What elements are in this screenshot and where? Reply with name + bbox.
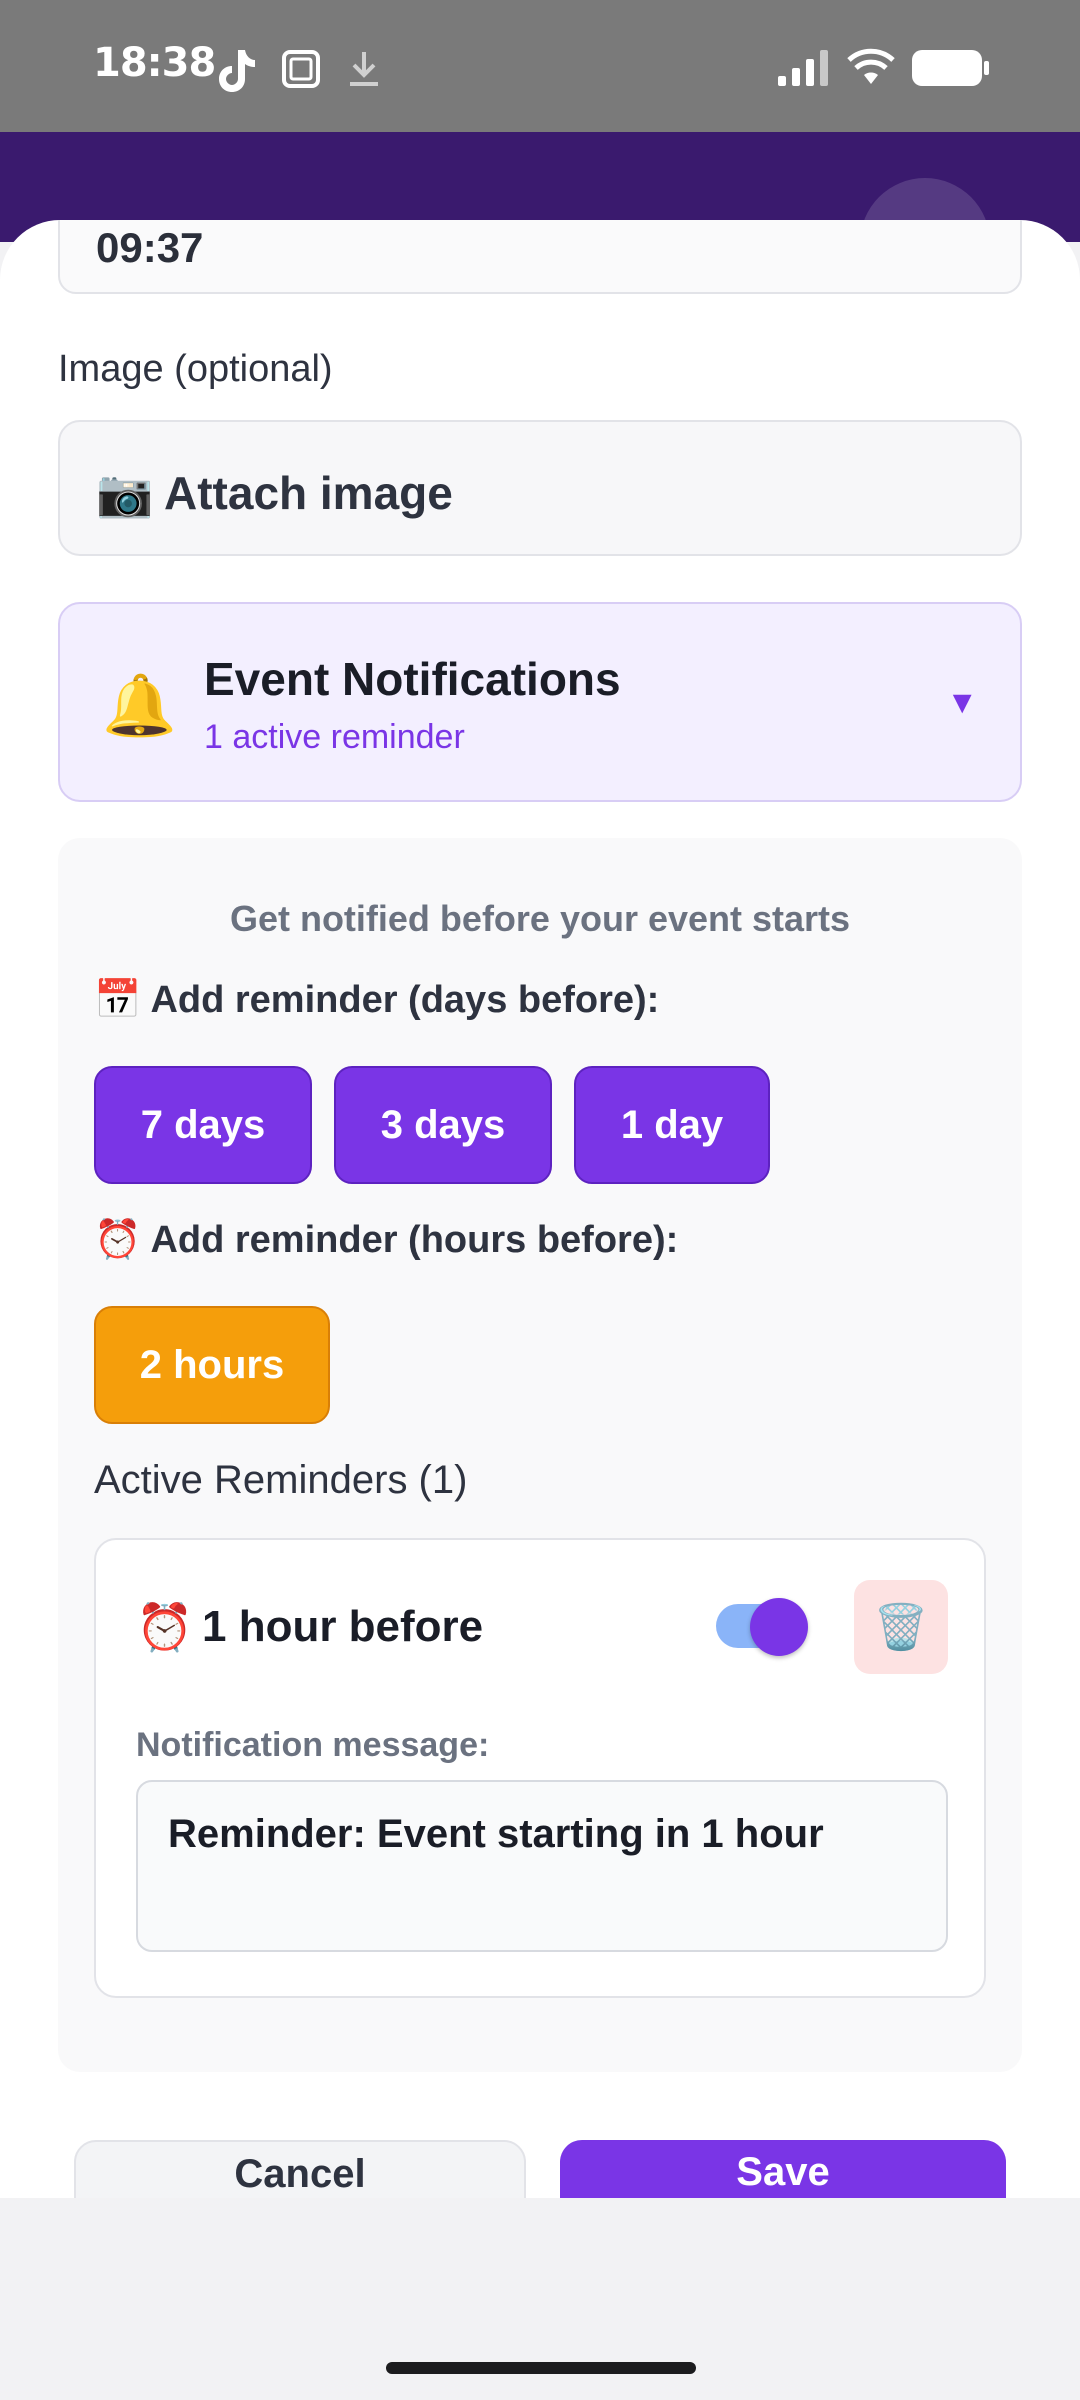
- status-time: 18:38: [93, 40, 216, 86]
- reminder-title: 1 hour before: [202, 1602, 484, 1651]
- event-form-sheet: 09:37 Image (optional) 📷 Attach image 🔔 …: [0, 220, 1080, 2200]
- time-value: 09:37: [96, 224, 204, 271]
- navigation-bar: [0, 2198, 1080, 2400]
- days-before-label: 📅 Add reminder (days before):: [94, 979, 660, 1021]
- reminder-card: ⏰ 1 hour before 🗑️ Notification message:…: [94, 1538, 986, 1998]
- event-notifications-toggle[interactable]: 🔔 Event Notifications 1 active reminder …: [58, 602, 1022, 802]
- message-label: Notification message:: [136, 1726, 490, 1764]
- notifications-panel: Get notified before your event starts 📅 …: [58, 838, 1022, 2072]
- active-reminders-title: Active Reminders (1): [94, 1458, 468, 1502]
- alarm-clock-icon: ⏰: [136, 1601, 194, 1653]
- add-7-days-button[interactable]: 7 days: [94, 1066, 312, 1184]
- attach-image-button[interactable]: 📷 Attach image: [58, 420, 1022, 556]
- trash-icon: 🗑️: [873, 1603, 929, 1652]
- cancel-button[interactable]: Cancel: [74, 2140, 526, 2200]
- battery-icon: [912, 50, 989, 86]
- bell-icon: 🔔: [102, 672, 177, 739]
- notification-message-input[interactable]: Reminder: Event starting in 1 hour: [136, 1780, 948, 1952]
- notifications-hint: Get notified before your event starts: [229, 898, 851, 939]
- wifi-icon: [847, 48, 895, 84]
- reminder-enabled-toggle[interactable]: [716, 1598, 808, 1656]
- time-field[interactable]: 09:37: [58, 220, 1022, 294]
- image-label: Image (optional): [58, 348, 333, 390]
- save-button[interactable]: Save: [560, 2140, 1006, 2200]
- cancel-label: Cancel: [234, 2152, 366, 2196]
- status-bar: 18:38: [0, 0, 1080, 132]
- hours-before-label: ⏰ Add reminder (hours before):: [94, 1219, 679, 1261]
- signal-icon: [778, 50, 828, 86]
- notification-message-value: Reminder: Event starting in 1 hour: [168, 1812, 824, 1856]
- home-indicator[interactable]: [386, 2362, 696, 2374]
- screenshot-icon: [282, 50, 320, 88]
- add-1-day-button[interactable]: 1 day: [574, 1066, 770, 1184]
- save-label: Save: [736, 2150, 830, 2194]
- chevron-down-icon: ▼: [946, 684, 978, 720]
- attach-image-label: Attach image: [164, 467, 453, 519]
- camera-icon: 📷: [96, 467, 154, 519]
- tiktok-icon: [219, 50, 255, 92]
- add-3-days-button[interactable]: 3 days: [334, 1066, 552, 1184]
- notifications-subtitle: 1 active reminder: [204, 718, 465, 756]
- add-2-hours-button[interactable]: 2 hours: [94, 1306, 330, 1424]
- delete-reminder-button[interactable]: 🗑️: [854, 1580, 948, 1674]
- notifications-title: Event Notifications: [204, 653, 621, 705]
- download-icon: [350, 52, 378, 86]
- toggle-knob: [750, 1598, 808, 1656]
